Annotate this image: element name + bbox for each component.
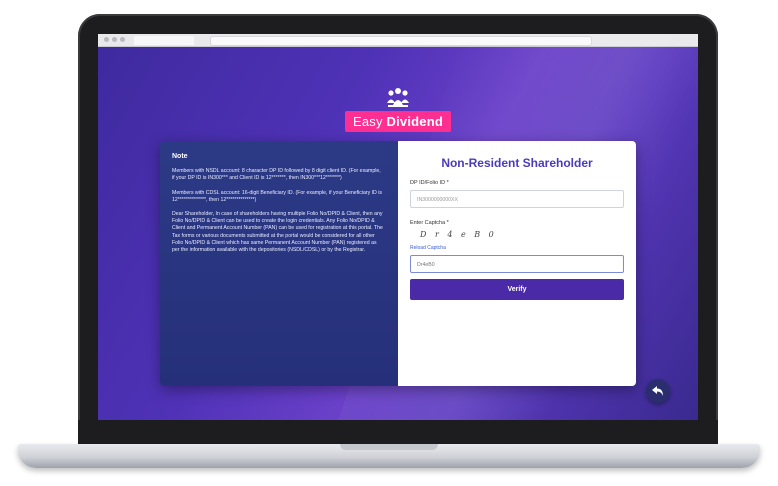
- dpid-label: DP ID/Folio ID *: [410, 180, 449, 186]
- people-group-icon: [385, 87, 411, 109]
- captcha-input[interactable]: Dr4eB0: [410, 255, 624, 273]
- page-viewport: Easy Dividend Note Members with NSDL acc…: [98, 34, 698, 420]
- laptop-base-notch: [340, 444, 438, 450]
- verification-form: Non-Resident Shareholder DP ID/Folio ID …: [398, 141, 636, 386]
- verify-button[interactable]: Verify: [410, 279, 624, 300]
- note-heading: Note: [172, 153, 188, 160]
- note-paragraph-cdsl: Members with CDSL account: 16-digit Bene…: [172, 189, 382, 203]
- logo-text-bold: Dividend: [386, 114, 443, 129]
- dpid-input[interactable]: IN3000000000XX: [410, 190, 624, 208]
- minimize-window-icon[interactable]: [112, 37, 117, 42]
- back-arrow-icon: [652, 386, 663, 396]
- captcha-label: Enter Captcha *: [410, 220, 449, 226]
- note-paragraph-shareholder: Dear Shareholder, In case of shareholder…: [172, 211, 383, 254]
- logo-text-prefix: Easy: [352, 114, 387, 129]
- note-panel: Note Members with NSDL account: 8 charac…: [160, 141, 398, 386]
- form-title: Non-Resident Shareholder: [441, 156, 593, 170]
- reload-captcha-link[interactable]: Reload Captcha: [410, 245, 624, 251]
- login-card: Note Members with NSDL account: 8 charac…: [160, 141, 636, 386]
- window-controls: [104, 37, 125, 42]
- laptop-bottom-bezel: [78, 420, 718, 444]
- captcha-image: D r 4 e B 0: [420, 230, 497, 239]
- laptop-screen: Easy Dividend Note Members with NSDL acc…: [98, 34, 698, 420]
- note-paragraph-nsdl: Members with NSDL account: 8 character D…: [172, 168, 381, 182]
- maximize-window-icon[interactable]: [120, 37, 125, 42]
- app-logo: Easy Dividend: [340, 87, 456, 132]
- close-window-icon[interactable]: [104, 37, 109, 42]
- browser-tab[interactable]: [134, 36, 194, 45]
- back-button[interactable]: [646, 379, 670, 403]
- logo-badge: Easy Dividend: [344, 111, 451, 132]
